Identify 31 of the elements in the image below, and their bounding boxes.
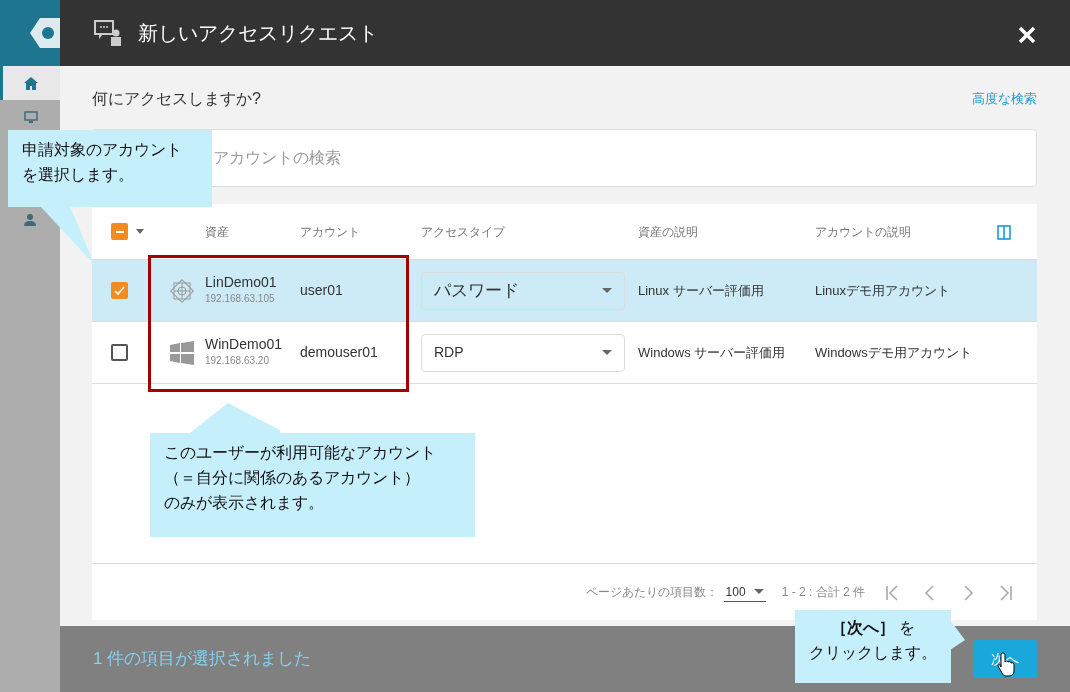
page-range: 1 - 2 : 合計 2 件 <box>781 584 865 601</box>
asset-description: Windows サーバー評価用 <box>638 345 786 360</box>
callout-text: ［次へ］ を <box>830 618 916 638</box>
asset-name: LinDemo01 <box>205 275 278 291</box>
question-text: 何にアクセスしますか? <box>92 89 261 109</box>
per-page-label: ページあたりの項目数： <box>585 584 718 601</box>
callout-text: （＝自分に関係のあるアカウント） <box>164 467 420 488</box>
asset-description: Linux サーバー評価用 <box>638 283 764 298</box>
selection-status: 1 件の項目が選択されました <box>93 648 312 671</box>
column-header[interactable]: アカウント <box>300 224 360 239</box>
per-page-select[interactable]: 100 <box>723 582 766 602</box>
column-header[interactable]: 資産 <box>205 224 229 239</box>
access-type-dropdown[interactable]: パスワード <box>421 271 625 310</box>
access-type-dropdown[interactable]: RDP <box>421 333 625 372</box>
callout-text: クリックします。 <box>809 642 937 663</box>
dialog-title: 新しいアクセスリクエスト <box>138 21 378 46</box>
account-name: demouser01 <box>300 344 378 360</box>
table-row[interactable]: WinDemo01 192.168.63.20 demouser01 RDP Windows サーバー評価用 Windowsデモ用アカウント <box>92 321 1037 383</box>
column-header[interactable]: アカウントの説明 <box>815 224 911 239</box>
column-header[interactable]: アクセスタイプ <box>421 224 505 239</box>
account-description: Linuxデモ用アカウント <box>815 283 951 298</box>
asset-name: WinDemo01 <box>205 337 284 353</box>
advanced-search-link[interactable]: 高度な検索 <box>972 89 1037 109</box>
account-description: Windowsデモ用アカウント <box>815 345 972 360</box>
account-name: user01 <box>300 282 343 298</box>
column-header[interactable]: 資産の説明 <box>638 224 698 239</box>
callout-text: このユーザーが利用可能なアカウント <box>164 443 436 463</box>
callout-text: のみが表示されます。 <box>164 492 324 513</box>
asset-address: 192.168.63.20 <box>205 353 270 368</box>
asset-address: 192.168.63.105 <box>205 291 276 306</box>
table-row[interactable]: LinDemo01 192.168.63.105 user01 パスワード Linux サーバー評価用 Linuxデモ用アカウント <box>92 259 1037 321</box>
